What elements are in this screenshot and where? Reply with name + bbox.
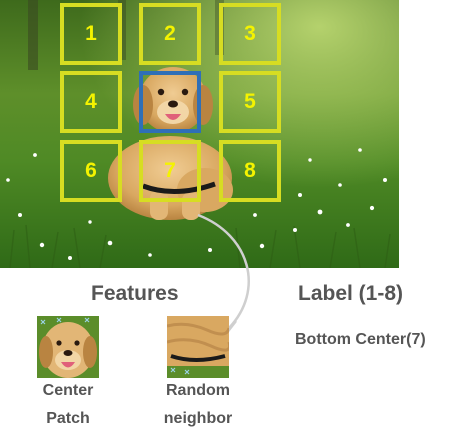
grid-cell-number: 8 [244, 159, 256, 182]
grid-cell-number: 4 [85, 90, 97, 113]
grid-cell-number [143, 75, 197, 129]
grid-cell-5: 5 [219, 71, 281, 133]
grid-cell-1: 1 [60, 3, 122, 65]
neighbor-patch-caption-line2: neighbor [163, 410, 233, 427]
grid-cell-number: 2 [164, 22, 176, 45]
grid-cell-8: 8 [219, 140, 281, 202]
center-patch-caption-line2: Patch [46, 410, 90, 427]
grid-cell-number: 7 [164, 159, 176, 182]
label-heading: Label (1-8) [298, 282, 404, 305]
center-patch-caption-line1: Center [42, 382, 94, 399]
dog-photo: 1 2 3 4 5 6 7 8 [0, 0, 399, 268]
features-heading: Features [91, 282, 179, 305]
grid-cell-6: 6 [60, 140, 122, 202]
grid-cell-number: 5 [244, 90, 256, 113]
neighbor-patch-caption: Random neighbor [152, 377, 244, 433]
neighbor-patch-caption-line1: Random [166, 382, 230, 399]
grid-cell-number: 3 [244, 22, 256, 45]
center-patch-caption: Center Patch [30, 377, 106, 433]
grid-cell-3: 3 [219, 3, 281, 65]
grid-cell-center [139, 71, 201, 133]
label-answer: Bottom Center(7) [295, 331, 426, 348]
grid-cell-4: 4 [60, 71, 122, 133]
grid-cell-number: 1 [85, 22, 97, 45]
grid-cell-2: 2 [139, 3, 201, 65]
grid-cell-number: 6 [85, 159, 97, 182]
grid-cell-7: 7 [139, 140, 201, 202]
center-patch-image [37, 316, 99, 378]
neighbor-patch-image [167, 316, 229, 378]
